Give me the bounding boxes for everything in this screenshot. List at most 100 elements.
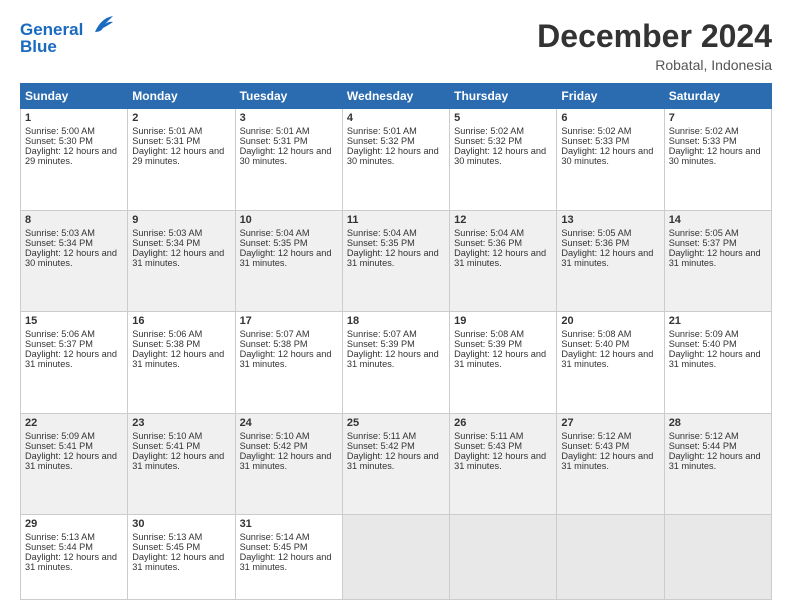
sunset: Sunset: 5:42 PM xyxy=(240,441,308,451)
sunrise: Sunrise: 5:11 AM xyxy=(454,431,523,441)
sunset: Sunset: 5:44 PM xyxy=(25,542,93,552)
calendar-cell: 31Sunrise: 5:14 AMSunset: 5:45 PMDayligh… xyxy=(235,515,342,600)
calendar-cell: 16Sunrise: 5:06 AMSunset: 5:38 PMDayligh… xyxy=(128,312,235,414)
calendar-cell xyxy=(557,515,664,600)
col-header-saturday: Saturday xyxy=(664,84,771,109)
sunrise: Sunrise: 5:11 AM xyxy=(347,431,416,441)
sunrise: Sunrise: 5:07 AM xyxy=(347,329,417,339)
calendar-cell: 21Sunrise: 5:09 AMSunset: 5:40 PMDayligh… xyxy=(664,312,771,414)
daylight-label: Daylight: 12 hours and 31 minutes. xyxy=(240,552,332,572)
calendar: SundayMondayTuesdayWednesdayThursdayFrid… xyxy=(20,83,772,600)
page: General Blue December 2024 Robatal, Indo… xyxy=(0,0,792,612)
sunrise: Sunrise: 5:06 AM xyxy=(132,329,202,339)
daylight-label: Daylight: 12 hours and 31 minutes. xyxy=(240,451,332,471)
calendar-cell: 30Sunrise: 5:13 AMSunset: 5:45 PMDayligh… xyxy=(128,515,235,600)
sunrise: Sunrise: 5:02 AM xyxy=(454,126,524,136)
calendar-cell: 28Sunrise: 5:12 AMSunset: 5:44 PMDayligh… xyxy=(664,413,771,515)
daylight-label: Daylight: 12 hours and 31 minutes. xyxy=(669,349,761,369)
daylight-label: Daylight: 12 hours and 31 minutes. xyxy=(454,248,546,268)
sunset: Sunset: 5:39 PM xyxy=(454,339,522,349)
daylight-label: Daylight: 12 hours and 31 minutes. xyxy=(132,349,224,369)
day-number: 23 xyxy=(132,417,230,429)
calendar-cell: 25Sunrise: 5:11 AMSunset: 5:42 PMDayligh… xyxy=(342,413,449,515)
col-header-thursday: Thursday xyxy=(450,84,557,109)
col-header-monday: Monday xyxy=(128,84,235,109)
col-header-sunday: Sunday xyxy=(21,84,128,109)
sunrise: Sunrise: 5:00 AM xyxy=(25,126,95,136)
day-number: 31 xyxy=(240,518,338,530)
daylight-label: Daylight: 12 hours and 31 minutes. xyxy=(347,451,439,471)
day-number: 9 xyxy=(132,214,230,226)
day-number: 14 xyxy=(669,214,767,226)
sunrise: Sunrise: 5:07 AM xyxy=(240,329,310,339)
day-number: 4 xyxy=(347,112,445,124)
calendar-cell xyxy=(342,515,449,600)
sunset: Sunset: 5:31 PM xyxy=(132,136,200,146)
sunset: Sunset: 5:31 PM xyxy=(240,136,308,146)
daylight-label: Daylight: 12 hours and 31 minutes. xyxy=(347,349,439,369)
day-number: 26 xyxy=(454,417,552,429)
calendar-cell: 7Sunrise: 5:02 AMSunset: 5:33 PMDaylight… xyxy=(664,109,771,211)
daylight-label: Daylight: 12 hours and 31 minutes. xyxy=(25,349,117,369)
daylight-label: Daylight: 12 hours and 30 minutes. xyxy=(240,146,332,166)
day-number: 24 xyxy=(240,417,338,429)
calendar-cell: 27 Sunrise: 5:12 AMSunset: 5:43 PMDayligh… xyxy=(557,413,664,515)
sunrise: Sunrise: 5:12 AM xyxy=(561,431,631,441)
location: Robatal, Indonesia xyxy=(537,57,772,73)
sunrise: Sunrise: 5:02 AM xyxy=(669,126,739,136)
calendar-cell: 6Sunrise: 5:02 AMSunset: 5:33 PMDaylight… xyxy=(557,109,664,211)
sunset: Sunset: 5:45 PM xyxy=(240,542,308,552)
sunset: Sunset: 5:34 PM xyxy=(132,238,200,248)
sunset: Sunset: 5:38 PM xyxy=(240,339,308,349)
sunset: Sunset: 5:39 PM xyxy=(347,339,415,349)
daylight-label: Daylight: 12 hours and 31 minutes. xyxy=(561,451,653,471)
sunrise: Sunrise: 5:04 AM xyxy=(454,228,524,238)
sunset: Sunset: 5:35 PM xyxy=(240,238,308,248)
day-number: 17 xyxy=(240,315,338,327)
sunrise: Sunrise: 5:06 AM xyxy=(25,329,95,339)
daylight-label: Daylight: 12 hours and 31 minutes. xyxy=(25,552,117,572)
calendar-cell: 11Sunrise: 5:04 AMSunset: 5:35 PMDayligh… xyxy=(342,210,449,312)
sunrise: Sunrise: 5:13 AM xyxy=(25,532,95,542)
week-row-4: 22Sunrise: 5:09 AMSunset: 5:41 PMDayligh… xyxy=(21,413,772,515)
sunset: Sunset: 5:33 PM xyxy=(669,136,737,146)
week-row-2: 8Sunrise: 5:03 AMSunset: 5:34 PMDaylight… xyxy=(21,210,772,312)
sunset: Sunset: 5:45 PM xyxy=(132,542,200,552)
day-number: 30 xyxy=(132,518,230,530)
sunrise: Sunrise: 5:10 AM xyxy=(132,431,202,441)
sunset: Sunset: 5:35 PM xyxy=(347,238,415,248)
day-number: 11 xyxy=(347,214,445,226)
daylight-label: Daylight: 12 hours and 31 minutes. xyxy=(132,552,224,572)
sunrise: Sunrise: 5:02 AM xyxy=(561,126,631,136)
calendar-cell xyxy=(450,515,557,600)
daylight-label: Daylight: 12 hours and 31 minutes. xyxy=(347,248,439,268)
daylight-label: Daylight: 12 hours and 31 minutes. xyxy=(669,451,761,471)
day-number: 22 xyxy=(25,417,123,429)
sunset: Sunset: 5:36 PM xyxy=(454,238,522,248)
day-number: 2 xyxy=(132,112,230,124)
sunrise: Sunrise: 5:12 AM xyxy=(669,431,739,441)
day-number: 19 xyxy=(454,315,552,327)
sunrise: Sunrise: 5:03 AM xyxy=(25,228,95,238)
day-number: 7 xyxy=(669,112,767,124)
title-block: December 2024 Robatal, Indonesia xyxy=(537,18,772,73)
day-number: 28 xyxy=(669,417,767,429)
day-number: 27 xyxy=(561,417,659,429)
sunrise: Sunrise: 5:09 AM xyxy=(669,329,739,339)
sunset: Sunset: 5:41 PM xyxy=(25,441,93,451)
sunrise: Sunrise: 5:08 AM xyxy=(454,329,524,339)
sunrise: Sunrise: 5:09 AM xyxy=(25,431,95,441)
sunset: Sunset: 5:43 PM xyxy=(561,441,629,451)
calendar-cell: 4Sunrise: 5:01 AMSunset: 5:32 PMDaylight… xyxy=(342,109,449,211)
daylight-label: Daylight: 12 hours and 30 minutes. xyxy=(454,146,546,166)
day-number: 20 xyxy=(561,315,659,327)
calendar-cell: 13Sunrise: 5:05 AMSunset: 5:36 PMDayligh… xyxy=(557,210,664,312)
daylight-label: Daylight: 12 hours and 31 minutes. xyxy=(454,451,546,471)
calendar-cell: 3Sunrise: 5:01 AMSunset: 5:31 PMDaylight… xyxy=(235,109,342,211)
calendar-cell: 23Sunrise: 5:10 AMSunset: 5:41 PMDayligh… xyxy=(128,413,235,515)
daylight-label: Daylight: 12 hours and 31 minutes. xyxy=(454,349,546,369)
daylight-label: Daylight: 12 hours and 29 minutes. xyxy=(25,146,117,166)
calendar-cell: 17Sunrise: 5:07 AMSunset: 5:38 PMDayligh… xyxy=(235,312,342,414)
week-row-1: 1Sunrise: 5:00 AMSunset: 5:30 PMDaylight… xyxy=(21,109,772,211)
sunset: Sunset: 5:41 PM xyxy=(132,441,200,451)
